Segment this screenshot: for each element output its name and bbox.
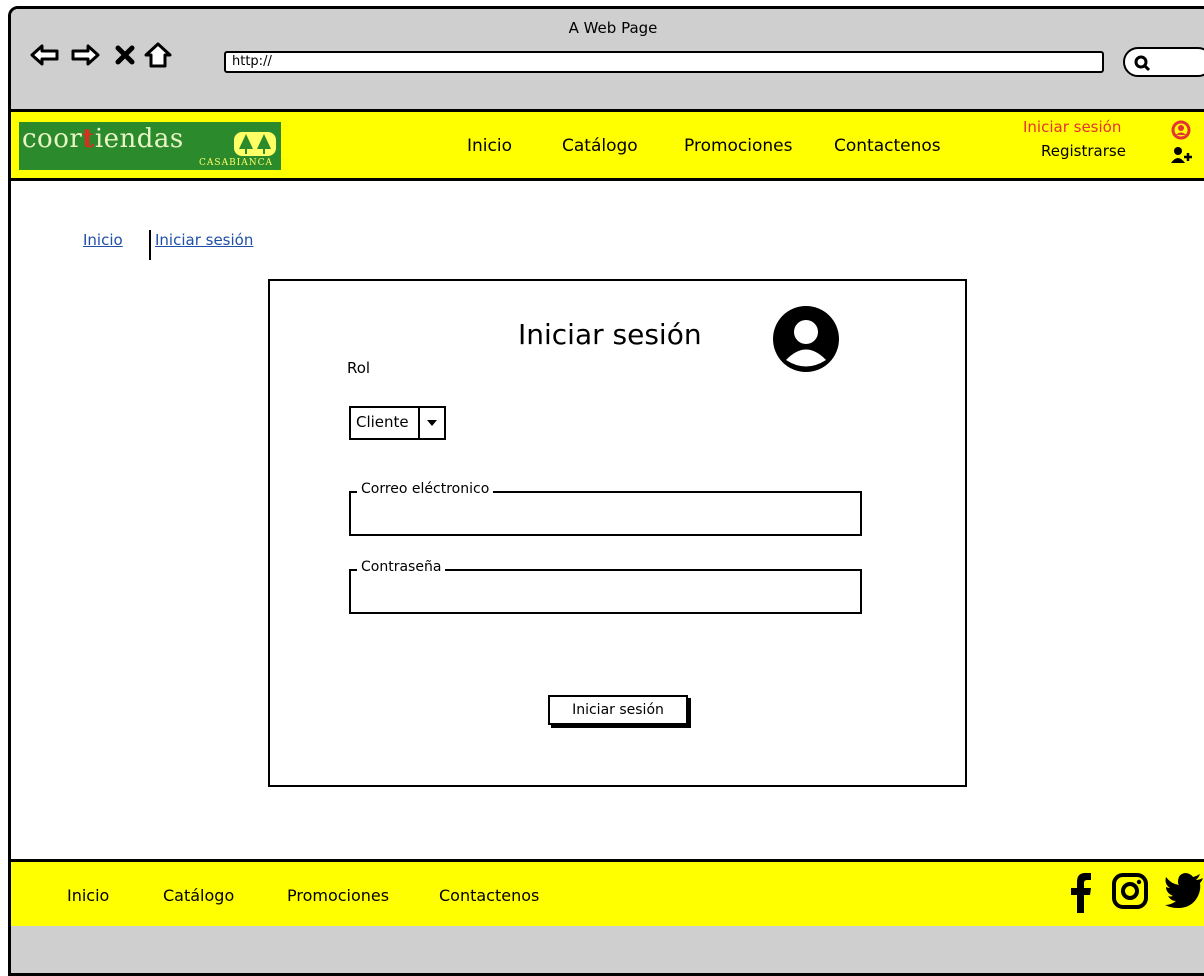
browser-status-bar xyxy=(11,926,1204,973)
site-footer: Inicio Catálogo Promociones Contactenos xyxy=(11,859,1204,929)
password-input[interactable] xyxy=(355,583,856,608)
login-title: Iniciar sesión xyxy=(518,318,702,351)
window-title: A Web Page xyxy=(568,19,658,37)
email-input[interactable] xyxy=(355,505,856,530)
home-icon[interactable] xyxy=(142,39,174,71)
instagram-icon[interactable] xyxy=(1111,872,1149,910)
add-user-icon[interactable] xyxy=(1171,146,1193,164)
logo-text-t: t xyxy=(82,124,95,154)
trees-icon xyxy=(234,132,276,156)
breadcrumb-inicio[interactable]: Inicio xyxy=(83,231,123,249)
stop-icon[interactable] xyxy=(109,39,141,71)
back-icon[interactable] xyxy=(29,39,61,71)
nav-inicio[interactable]: Inicio xyxy=(467,136,512,156)
site-logo[interactable]: coortiendas CASABIANCA xyxy=(19,122,281,170)
footer-nav-promociones[interactable]: Promociones xyxy=(287,886,389,905)
footer-nav-catalogo[interactable]: Catálogo xyxy=(163,886,234,905)
browser-chrome: A Web Page http:// xyxy=(11,9,1204,112)
nav-catalogo[interactable]: Catálogo xyxy=(562,136,638,156)
password-field: Contraseña xyxy=(349,559,862,614)
chevron-down-icon[interactable] xyxy=(420,408,444,438)
email-field: Correo eléctronico xyxy=(349,481,862,536)
login-card: Iniciar sesión Rol Cliente Correo eléctr… xyxy=(268,279,967,787)
address-bar[interactable]: http:// xyxy=(224,51,1104,73)
site-header: coortiendas CASABIANCA Inicio Catálogo P… xyxy=(11,112,1204,181)
breadcrumb-separator xyxy=(149,230,151,260)
user-circle-icon[interactable] xyxy=(1171,120,1191,140)
logo-subtitle: CASABIANCA xyxy=(199,158,273,168)
nav-contactenos[interactable]: Contactenos xyxy=(834,136,941,156)
role-label: Rol xyxy=(347,359,371,377)
role-select-value: Cliente xyxy=(351,408,420,438)
login-submit-button[interactable]: Iniciar sesión xyxy=(548,695,688,725)
browser-window: A Web Page http:// coortiendas CASABIANC… xyxy=(8,6,1204,976)
breadcrumb-iniciar-sesion[interactable]: Iniciar sesión xyxy=(155,231,253,249)
email-label: Correo eléctronico xyxy=(357,481,494,497)
password-label: Contraseña xyxy=(357,559,446,575)
logo-text-suffix: iendas xyxy=(94,124,184,154)
twitter-icon[interactable] xyxy=(1165,872,1204,908)
logo-text-prefix: coor xyxy=(22,124,83,154)
header-login-link[interactable]: Iniciar sesión xyxy=(1023,118,1121,136)
footer-nav-inicio[interactable]: Inicio xyxy=(67,886,109,905)
facebook-icon[interactable] xyxy=(1069,872,1093,914)
user-avatar-icon xyxy=(773,306,839,372)
search-icon xyxy=(1134,55,1151,72)
browser-search-box[interactable] xyxy=(1123,47,1204,77)
role-select[interactable]: Cliente xyxy=(349,406,446,440)
forward-icon[interactable] xyxy=(69,39,101,71)
header-register-link[interactable]: Registrarse xyxy=(1041,142,1126,160)
nav-promociones[interactable]: Promociones xyxy=(684,136,793,156)
footer-nav-contactenos[interactable]: Contactenos xyxy=(439,886,539,905)
